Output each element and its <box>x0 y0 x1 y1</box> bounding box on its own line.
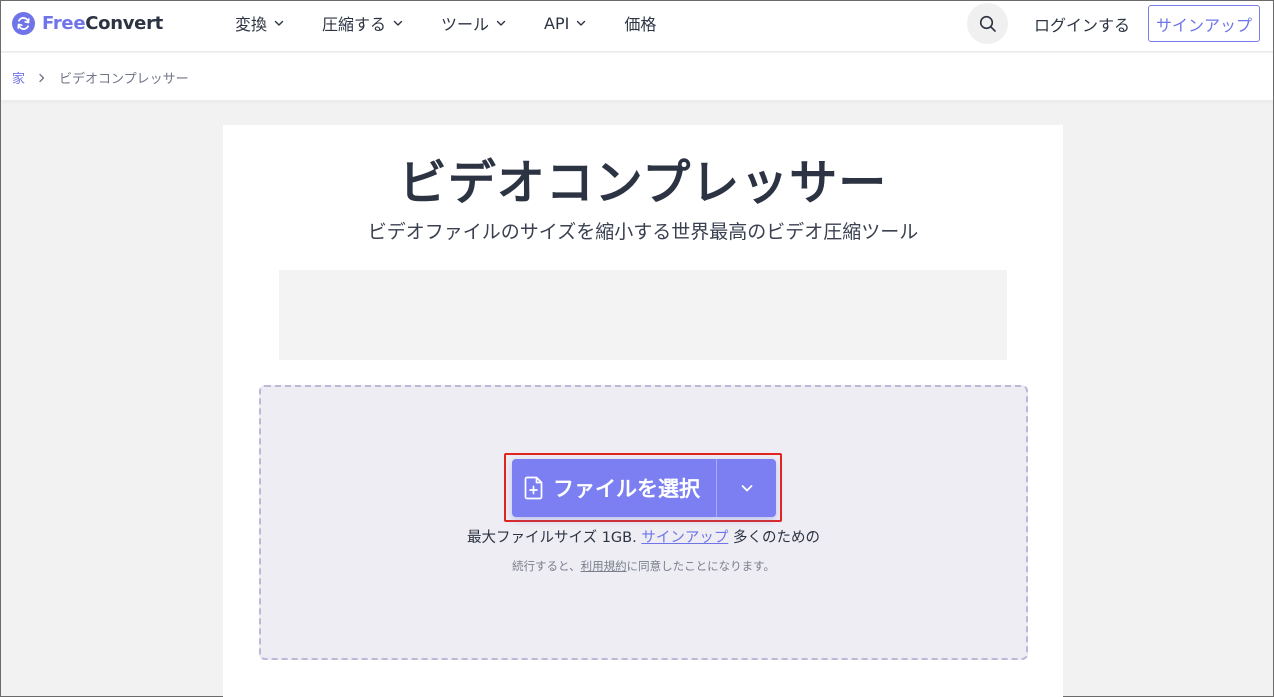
logo[interactable]: FreeConvert <box>12 11 163 35</box>
choose-file-button[interactable]: ファイルを選択 <box>512 459 716 517</box>
chevron-down-icon <box>274 20 284 26</box>
terms-link[interactable]: 利用規約 <box>581 559 627 573</box>
nav-item-convert[interactable]: 変換 <box>235 11 284 35</box>
breadcrumb-current: ビデオコンプレッサー <box>59 72 189 87</box>
choose-file-label: ファイルを選択 <box>553 477 700 501</box>
chevron-down-icon <box>577 20 586 26</box>
choose-file-button-group: ファイルを選択 <box>512 459 776 517</box>
nav-item-label: 圧縮する <box>322 15 387 34</box>
signup-link[interactable]: サインアップ <box>641 530 728 546</box>
ad-placeholder <box>279 270 1007 360</box>
nav-item-label: API <box>544 13 570 33</box>
file-dropzone[interactable]: ファイルを選択 最大ファイルサイズ 1GB. サインアップ 多くのための 続行す… <box>259 385 1028 660</box>
file-add-icon <box>524 476 543 500</box>
nav-item-label: 変換 <box>235 15 268 34</box>
login-link[interactable]: ログインする <box>1034 12 1130 36</box>
top-header: FreeConvert 変換 圧縮する ツール API 価格 ログインする サイ… <box>1 1 1273 52</box>
main-nav: 変換 圧縮する ツール API 価格 <box>235 1 694 45</box>
chevron-down-icon <box>496 20 506 26</box>
choose-source-dropdown[interactable] <box>717 459 776 517</box>
breadcrumb: 家 ビデオコンプレッサー <box>12 68 189 87</box>
chevron-down-icon <box>393 20 403 26</box>
breadcrumb-home-link[interactable]: 家 <box>12 68 25 87</box>
nav-item-label: 価格 <box>624 15 657 34</box>
breadcrumb-bar: 家 ビデオコンプレッサー <box>1 53 1273 100</box>
nav-item-pricing[interactable]: 価格 <box>624 11 656 35</box>
nav-item-tools[interactable]: ツール <box>441 11 506 35</box>
logo-text: FreeConvert <box>42 12 163 34</box>
chevron-down-icon <box>741 485 752 492</box>
nav-item-compress[interactable]: 圧縮する <box>322 11 403 35</box>
page-title: ビデオコンプレッサー <box>398 155 888 211</box>
refresh-logo-icon <box>12 11 35 35</box>
signup-button[interactable]: サインアップ <box>1148 5 1260 42</box>
main-panel: ビデオコンプレッサー ビデオファイルのサイズを縮小する世界最高のビデオ圧縮ツール… <box>223 125 1063 697</box>
page-subtitle: ビデオファイルのサイズを縮小する世界最高のビデオ圧縮ツール <box>367 221 919 243</box>
file-size-limit: 最大ファイルサイズ 1GB. サインアップ 多くのための <box>467 530 820 546</box>
chevron-right-icon <box>39 73 45 82</box>
terms-notice: 続行すると、利用規約に同意したことになります。 <box>512 559 775 573</box>
nav-item-label: ツール <box>441 15 490 34</box>
search-button[interactable] <box>967 3 1008 44</box>
search-icon <box>979 15 996 32</box>
nav-item-api[interactable]: API <box>544 14 586 33</box>
